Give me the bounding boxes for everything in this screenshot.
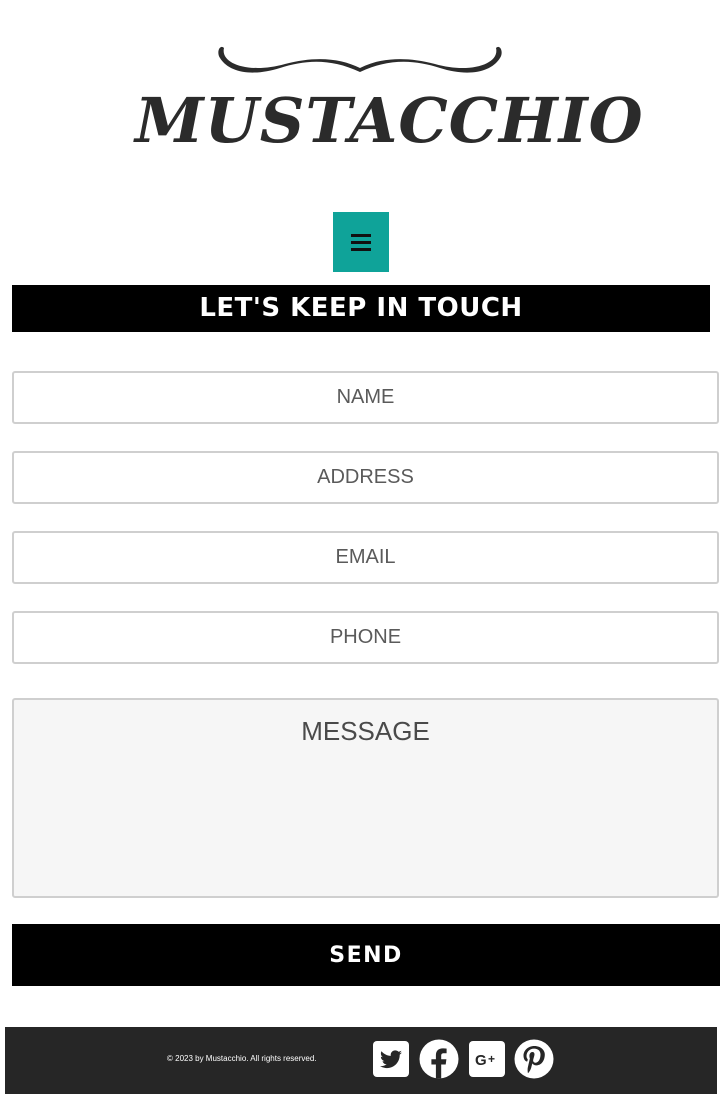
site-logo[interactable]: MUSTACCHIO	[135, 38, 644, 170]
copyright-text: © 2023 by Mustacchio. All rights reserve…	[167, 1054, 317, 1063]
name-field[interactable]	[12, 371, 719, 424]
logo-wordmark: MUSTACCHIO	[135, 84, 644, 157]
svg-text:+: +	[488, 1052, 495, 1066]
page-title: LET'S KEEP IN TOUCH	[12, 285, 710, 332]
message-field[interactable]	[12, 698, 719, 898]
menu-toggle-button[interactable]	[333, 212, 389, 272]
twitter-icon[interactable]	[372, 1040, 410, 1078]
footer: © 2023 by Mustacchio. All rights reserve…	[5, 1027, 717, 1094]
pinterest-icon[interactable]	[514, 1039, 554, 1079]
svg-text:G: G	[475, 1052, 487, 1069]
address-field[interactable]	[12, 451, 719, 504]
email-field[interactable]	[12, 531, 719, 584]
send-button[interactable]: SEND	[12, 924, 720, 986]
facebook-icon[interactable]	[419, 1039, 459, 1079]
phone-field[interactable]	[12, 611, 719, 664]
google-plus-icon[interactable]: G +	[468, 1040, 506, 1078]
